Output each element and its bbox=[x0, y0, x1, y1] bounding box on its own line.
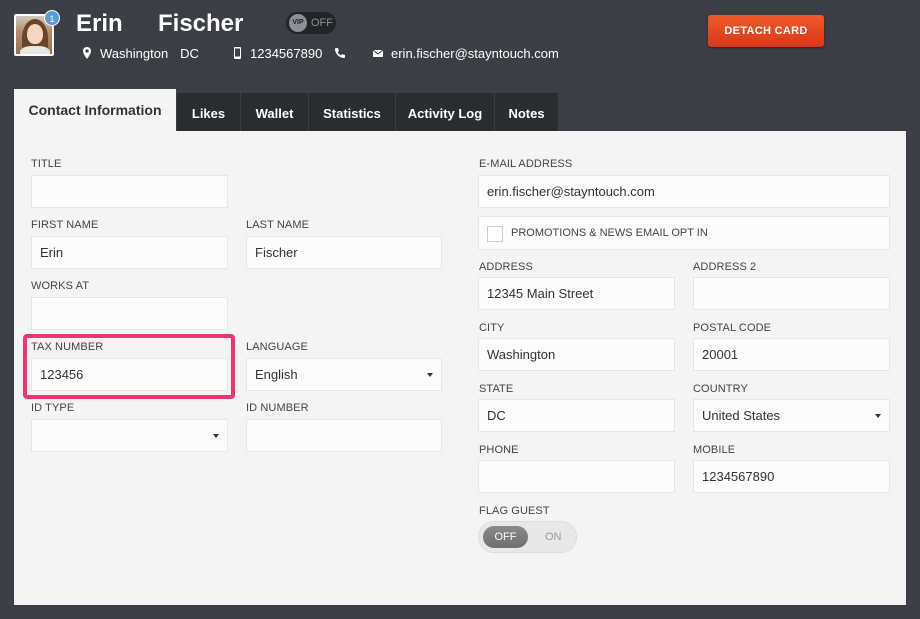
email-input[interactable]: erin.fischer@stayntouch.com bbox=[478, 175, 890, 208]
phone-handset-icon bbox=[335, 48, 345, 58]
mobile-input[interactable]: 1234567890 bbox=[693, 460, 890, 493]
avatar-badge: 1 bbox=[44, 10, 60, 26]
first-name-input[interactable]: Erin bbox=[31, 236, 228, 269]
first-name-label: FIRST NAME bbox=[31, 219, 99, 231]
phone-label: PHONE bbox=[479, 444, 519, 456]
title-input[interactable] bbox=[31, 175, 228, 208]
tab-likes[interactable]: Likes bbox=[177, 93, 241, 133]
country-value: United States bbox=[702, 408, 781, 423]
envelope-icon bbox=[372, 49, 384, 57]
email-label: E-MAIL ADDRESS bbox=[479, 158, 573, 170]
flag-guest-toggle[interactable]: OFF ON bbox=[478, 521, 577, 553]
tax-number-highlight bbox=[23, 334, 235, 399]
tab-statistics[interactable]: Statistics bbox=[309, 93, 396, 133]
phone-input[interactable] bbox=[478, 460, 675, 493]
id-number-input[interactable] bbox=[246, 419, 442, 452]
address-label: ADDRESS bbox=[479, 261, 533, 273]
city-label: CITY bbox=[479, 322, 505, 334]
tab-bar: Contact Information Likes Wallet Statist… bbox=[14, 89, 559, 133]
guest-location: Washington DC bbox=[80, 45, 199, 61]
caret-down-icon bbox=[427, 373, 433, 377]
guest-email-address: erin.fischer@stayntouch.com bbox=[391, 45, 559, 61]
guest-phone bbox=[333, 45, 353, 61]
mobile-phone-icon bbox=[234, 47, 241, 59]
tab-activity-log[interactable]: Activity Log bbox=[396, 93, 495, 133]
flag-guest-on: ON bbox=[545, 531, 562, 543]
guest-phone-number: 1234567890 bbox=[250, 45, 323, 61]
guest-last-name: Fischer bbox=[158, 10, 244, 37]
address-input[interactable]: 12345 Main Street bbox=[478, 277, 675, 310]
title-label: TITLE bbox=[31, 158, 62, 170]
city-input[interactable]: Washington bbox=[478, 338, 675, 371]
guest-avatar[interactable]: 1 bbox=[14, 10, 60, 56]
vip-toggle[interactable]: VIP OFF bbox=[286, 12, 336, 34]
guest-first-name: Erin bbox=[76, 10, 123, 37]
promotions-opt-in[interactable]: PROMOTIONS & NEWS EMAIL OPT IN bbox=[478, 216, 890, 250]
id-type-select[interactable] bbox=[31, 419, 228, 452]
last-name-label: LAST NAME bbox=[246, 219, 310, 231]
vip-knob: VIP bbox=[289, 14, 307, 32]
flag-guest-off: OFF bbox=[483, 526, 528, 548]
id-type-label: ID TYPE bbox=[31, 402, 75, 414]
address2-label: ADDRESS 2 bbox=[693, 261, 757, 273]
postal-code-label: POSTAL CODE bbox=[693, 322, 772, 334]
country-label: COUNTRY bbox=[693, 383, 748, 395]
caret-down-icon bbox=[875, 414, 881, 418]
promotions-label: PROMOTIONS & NEWS EMAIL OPT IN bbox=[511, 227, 708, 239]
works-at-label: WORKS AT bbox=[31, 280, 90, 292]
tab-notes[interactable]: Notes bbox=[495, 93, 559, 133]
guest-email: erin.fischer@stayntouch.com bbox=[371, 45, 559, 61]
promotions-checkbox[interactable] bbox=[487, 226, 503, 242]
last-name-input[interactable]: Fischer bbox=[246, 236, 442, 269]
guest-mobile: 1234567890 bbox=[230, 45, 322, 61]
caret-down-icon bbox=[213, 434, 219, 438]
language-select[interactable]: English bbox=[246, 358, 442, 391]
tab-wallet[interactable]: Wallet bbox=[241, 93, 309, 133]
language-label: LANGUAGE bbox=[246, 341, 308, 353]
mobile-label: MOBILE bbox=[693, 444, 736, 456]
detach-card-button[interactable]: DETACH CARD bbox=[708, 15, 824, 47]
address2-input[interactable] bbox=[693, 277, 890, 310]
tab-contact-information[interactable]: Contact Information bbox=[14, 89, 177, 131]
guest-state: DC bbox=[180, 45, 199, 61]
state-input[interactable]: DC bbox=[478, 399, 675, 432]
location-pin-icon bbox=[83, 47, 91, 59]
postal-code-input[interactable]: 20001 bbox=[693, 338, 890, 371]
country-select[interactable]: United States bbox=[693, 399, 890, 432]
vip-state-label: OFF bbox=[311, 17, 333, 29]
id-number-label: ID NUMBER bbox=[246, 402, 309, 414]
language-value: English bbox=[255, 367, 298, 382]
state-label: STATE bbox=[479, 383, 514, 395]
guest-city: Washington bbox=[100, 45, 169, 61]
flag-guest-label: FLAG GUEST bbox=[479, 505, 550, 517]
works-at-input[interactable] bbox=[31, 297, 228, 330]
